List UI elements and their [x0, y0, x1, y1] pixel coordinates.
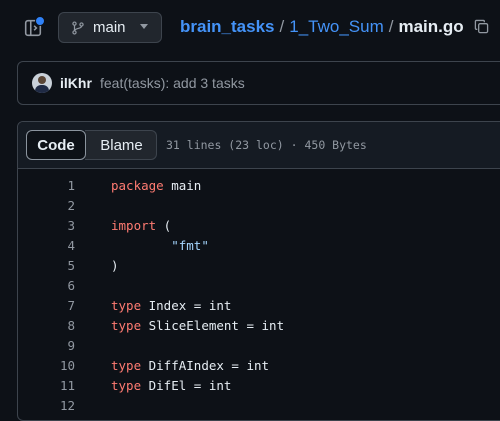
avatar[interactable] — [32, 73, 52, 93]
code-line: 12 — [18, 396, 500, 416]
line-content: type DiffAIndex = int — [111, 358, 269, 373]
notification-dot — [35, 16, 45, 26]
code-text: DiffAIndex = int — [141, 358, 270, 373]
line-number[interactable]: 4 — [18, 238, 75, 253]
latest-commit-bar: ilKhr feat(tasks): add 3 tasks — [17, 61, 500, 105]
code-string: "fmt" — [171, 238, 209, 253]
line-content: ) — [111, 258, 119, 273]
code-text: SliceElement = int — [141, 318, 285, 333]
tab-blame[interactable]: Blame — [85, 130, 157, 160]
line-content: type DifEl = int — [111, 378, 231, 393]
line-content: package main — [111, 178, 201, 193]
line-number[interactable]: 11 — [18, 378, 75, 393]
code-line: 10 type DiffAIndex = int — [18, 356, 500, 376]
code-line: 1 package main — [18, 176, 500, 196]
breadcrumb-repo-link[interactable]: brain_tasks — [180, 17, 275, 36]
breadcrumb-separator: / — [279, 17, 285, 36]
breadcrumb: brain_tasks/1_Two_Sum / main.go — [180, 17, 489, 37]
view-mode-toggle: Code Blame — [26, 130, 157, 160]
code-keyword: type — [111, 358, 142, 373]
line-content: type SliceElement = int — [111, 318, 284, 333]
line-number[interactable]: 12 — [18, 398, 75, 413]
commit-message-link[interactable]: feat(tasks): add 3 tasks — [100, 75, 245, 91]
tab-code[interactable]: Code — [26, 130, 86, 160]
code-line: 4 "fmt" — [18, 236, 500, 256]
code-line: 3 import ( — [18, 216, 500, 236]
chevron-down-icon — [140, 24, 148, 29]
code-text: ( — [156, 218, 172, 233]
code-text: ) — [111, 258, 119, 273]
branch-name: main — [93, 19, 126, 36]
code-keyword: package — [111, 178, 164, 193]
code-line: 7 type Index = int — [18, 296, 500, 316]
code-line: 9 — [18, 336, 500, 356]
file-header: Code Blame 31 lines (23 loc) · 450 Bytes — [18, 122, 500, 169]
line-number[interactable]: 6 — [18, 278, 75, 293]
code-line: 11 type DifEl = int — [18, 376, 500, 396]
file-topbar: main brain_tasks/1_Two_Sum / main.go — [0, 0, 500, 58]
git-branch-icon — [71, 21, 85, 35]
line-content: type Index = int — [111, 298, 231, 313]
code-keyword: type — [111, 298, 142, 313]
code-keyword: type — [111, 378, 142, 393]
branch-selector-button[interactable]: main — [58, 12, 162, 43]
code-line: 6 — [18, 276, 500, 296]
file-viewer: Code Blame 31 lines (23 loc) · 450 Bytes… — [17, 121, 500, 421]
line-number[interactable]: 8 — [18, 318, 75, 333]
line-number[interactable]: 10 — [18, 358, 75, 373]
breadcrumb-file-name: main.go — [398, 17, 464, 36]
code-line: 5) — [18, 256, 500, 276]
line-content: "fmt" — [111, 238, 209, 253]
code-text: DifEl = int — [141, 378, 232, 393]
code-view[interactable]: 1 package main 2 3 import (4 "fmt" 5) 6 7 type I… — [18, 176, 500, 416]
code-text: main — [163, 178, 202, 193]
code-keyword: type — [111, 318, 142, 333]
commit-author-link[interactable]: ilKhr — [60, 75, 92, 91]
line-number[interactable]: 3 — [18, 218, 75, 233]
code-text: Index = int — [141, 298, 232, 313]
file-info: 31 lines (23 loc) · 450 Bytes — [166, 138, 367, 152]
line-number[interactable]: 7 — [18, 298, 75, 313]
line-number[interactable]: 5 — [18, 258, 75, 273]
copy-icon[interactable] — [474, 19, 489, 34]
line-number[interactable]: 1 — [18, 178, 75, 193]
code-line: 2 — [18, 196, 500, 216]
breadcrumb-folder-link[interactable]: 1_Two_Sum — [289, 17, 384, 36]
line-number[interactable]: 2 — [18, 198, 75, 213]
code-line: 8 type SliceElement = int — [18, 316, 500, 336]
line-content: import ( — [111, 218, 171, 233]
line-number[interactable]: 9 — [18, 338, 75, 353]
code-keyword: import — [111, 218, 157, 233]
breadcrumb-separator: / — [388, 17, 394, 36]
